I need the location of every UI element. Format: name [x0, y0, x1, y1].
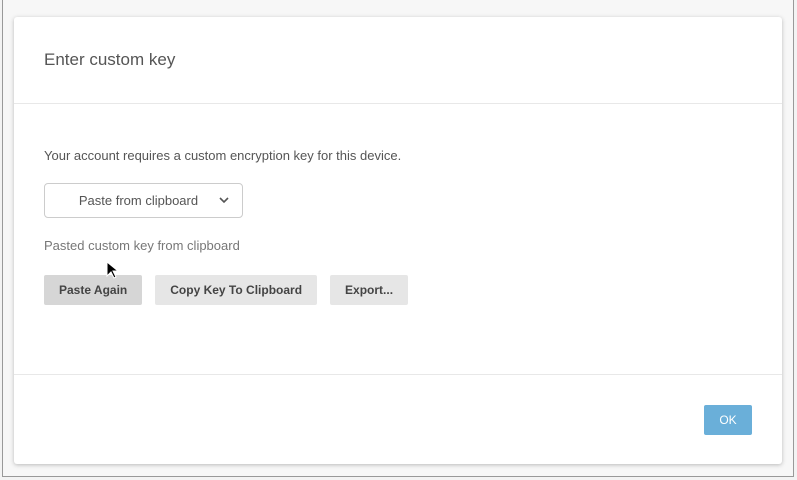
key-source-value: Paste from clipboard — [78, 193, 199, 208]
mouse-cursor-icon — [106, 261, 118, 279]
paste-again-button[interactable]: Paste Again — [44, 275, 143, 305]
key-source-select[interactable]: Paste from clipboard — [44, 183, 243, 218]
status-text: Pasted custom key from clipboard — [44, 238, 240, 253]
chevron-down-icon — [219, 197, 229, 204]
dialog-title: Enter custom key — [44, 50, 176, 69]
export-button[interactable]: Export... — [330, 275, 409, 305]
custom-key-dialog: Enter custom key Your account requires a… — [14, 17, 782, 464]
copy-key-button[interactable]: Copy Key To Clipboard — [155, 275, 318, 305]
description-text: Your account requires a custom encryptio… — [44, 148, 402, 163]
ok-button[interactable]: OK — [704, 405, 752, 435]
dialog-body: Your account requires a custom encryptio… — [14, 104, 782, 375]
dialog-header: Enter custom key — [14, 17, 782, 104]
